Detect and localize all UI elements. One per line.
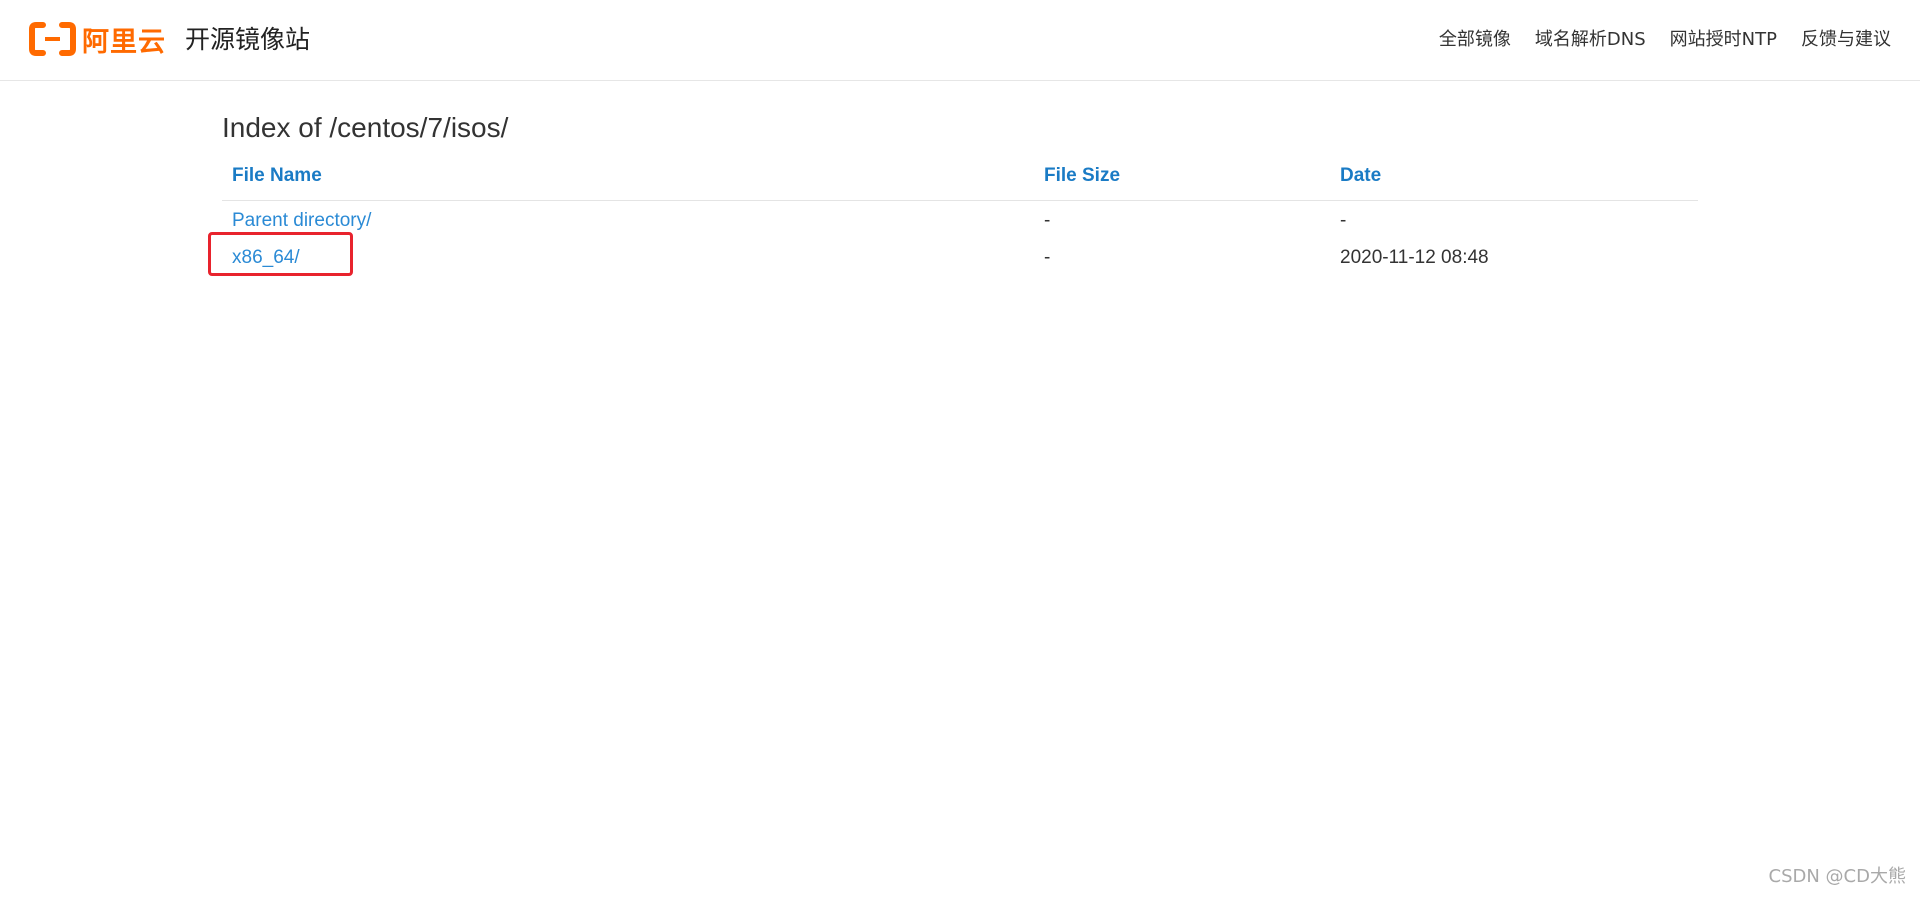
nav-feedback[interactable]: 反馈与建议 bbox=[1801, 26, 1891, 54]
logo-text: 阿里云 bbox=[82, 26, 166, 58]
table-header-row: File Name File Size Date bbox=[222, 156, 1698, 201]
column-header-date: Date bbox=[1330, 156, 1698, 201]
date-cell: - bbox=[1340, 210, 1347, 231]
aliyun-logo[interactable]: 阿里云 bbox=[29, 18, 166, 60]
column-header-file-size: File Size bbox=[1034, 156, 1330, 201]
aliyun-logo-icon bbox=[29, 22, 76, 56]
file-size-cell: - bbox=[1044, 210, 1051, 231]
top-nav: 全部镜像 域名解析DNS 网站授时NTP 反馈与建议 bbox=[1439, 26, 1891, 54]
watermark: CSDN @CD大熊 bbox=[1768, 866, 1906, 887]
main-content: Index of /centos/7/isos/ File Name File … bbox=[222, 108, 1698, 275]
red-highlight-annotation bbox=[208, 232, 353, 276]
nav-dns[interactable]: 域名解析DNS bbox=[1535, 26, 1646, 54]
table-row: Parent directory/ - - bbox=[222, 201, 1698, 239]
date-cell: 2020-11-12 08:48 bbox=[1340, 247, 1489, 268]
file-size-cell: - bbox=[1044, 247, 1051, 268]
site-title: 开源镜像站 bbox=[185, 25, 311, 54]
column-header-file-name: File Name bbox=[222, 156, 1034, 201]
file-listing-table: File Name File Size Date Parent director… bbox=[222, 156, 1698, 275]
top-header: 阿里云 开源镜像站 全部镜像 域名解析DNS 网站授时NTP 反馈与建议 bbox=[0, 0, 1920, 81]
nav-all-mirrors[interactable]: 全部镜像 bbox=[1439, 26, 1511, 54]
page-title: Index of /centos/7/isos/ bbox=[222, 112, 509, 143]
table-row: x86_64/ - 2020-11-12 08:48 bbox=[222, 238, 1698, 275]
parent-directory-link[interactable]: Parent directory/ bbox=[232, 210, 371, 231]
nav-ntp[interactable]: 网站授时NTP bbox=[1670, 26, 1777, 54]
